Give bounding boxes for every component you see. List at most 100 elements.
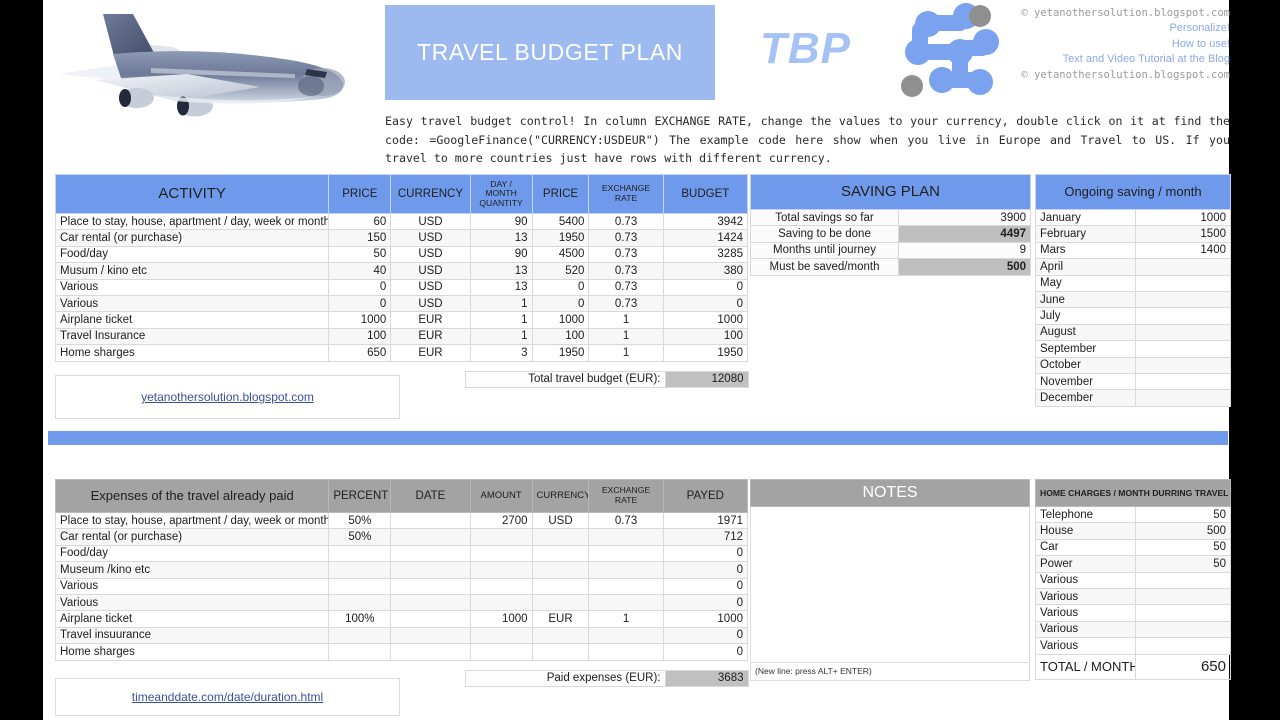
cell-amount[interactable]: 2700 bbox=[469, 511, 533, 530]
cell-home-item[interactable]: Power bbox=[1035, 555, 1136, 573]
cell-month[interactable]: September bbox=[1035, 340, 1136, 358]
cell-percent[interactable] bbox=[328, 626, 392, 645]
cell-budget[interactable]: 3285 bbox=[662, 245, 749, 264]
cell-home-value[interactable]: 500 bbox=[1135, 522, 1231, 540]
cell-month[interactable]: October bbox=[1035, 356, 1136, 374]
cell-amount[interactable] bbox=[469, 577, 533, 595]
cell-month[interactable]: June bbox=[1035, 290, 1136, 309]
cell-currency[interactable]: EUR bbox=[390, 327, 471, 346]
cell-payed[interactable]: 1971 bbox=[662, 511, 749, 530]
cell-expense-rate[interactable] bbox=[588, 528, 664, 546]
cell-payed[interactable]: 0 bbox=[662, 544, 749, 563]
cell-budget[interactable]: 3942 bbox=[662, 212, 749, 231]
cell-activity[interactable]: Travel Insurance bbox=[54, 327, 330, 346]
cell-month[interactable]: February bbox=[1035, 225, 1136, 243]
cell-currency[interactable]: USD bbox=[390, 294, 471, 313]
cell-home-item[interactable]: Telephone bbox=[1035, 505, 1136, 524]
cell-month-amount[interactable] bbox=[1135, 307, 1231, 325]
cell-expense-activity[interactable]: Car rental (or purchase) bbox=[54, 528, 330, 546]
cell-expense-rate[interactable] bbox=[588, 577, 664, 595]
cell-expense-rate[interactable] bbox=[588, 626, 664, 645]
cell-exchange-rate[interactable]: 0.73 bbox=[588, 212, 664, 231]
cell-price-total[interactable]: 0 bbox=[531, 294, 590, 313]
cell-currency[interactable]: EUR bbox=[390, 344, 471, 362]
cell-currency[interactable]: USD bbox=[390, 212, 471, 231]
cell-date[interactable] bbox=[390, 511, 471, 530]
cell-date[interactable] bbox=[390, 643, 471, 661]
cell-amount[interactable] bbox=[469, 593, 533, 612]
cell-price[interactable]: 650 bbox=[328, 344, 392, 362]
cell-date[interactable] bbox=[390, 610, 471, 628]
cell-activity[interactable]: Airplane ticket bbox=[54, 311, 330, 329]
link-tutorial[interactable]: Text and Video Tutorial at the Blog bbox=[998, 52, 1230, 68]
cell-amount[interactable] bbox=[469, 626, 533, 645]
cell-activity[interactable]: Car rental (or purchase) bbox=[54, 229, 330, 247]
cell-payed[interactable]: 0 bbox=[662, 593, 749, 612]
cell-expense-currency[interactable] bbox=[531, 544, 590, 563]
cell-home-value[interactable]: 50 bbox=[1135, 505, 1231, 524]
cell-price[interactable]: 0 bbox=[328, 294, 392, 313]
cell-expense-activity[interactable]: Various bbox=[54, 577, 330, 595]
cell-exchange-rate[interactable]: 1 bbox=[588, 327, 664, 346]
cell-price-total[interactable]: 1950 bbox=[531, 229, 590, 247]
cell-month-amount[interactable]: 1500 bbox=[1135, 225, 1231, 243]
cell-home-item[interactable]: House bbox=[1035, 522, 1136, 540]
cell-month-amount[interactable] bbox=[1135, 258, 1231, 276]
cell-percent[interactable] bbox=[328, 643, 392, 661]
cell-date[interactable] bbox=[390, 528, 471, 546]
cell-expense-rate[interactable]: 1 bbox=[588, 610, 664, 628]
link-how-to-use[interactable]: How to use! bbox=[998, 37, 1230, 53]
cell-quantity[interactable]: 3 bbox=[469, 344, 533, 362]
cell-month-amount[interactable] bbox=[1135, 323, 1231, 342]
cell-home-value[interactable] bbox=[1135, 587, 1231, 606]
duration-link-box[interactable]: timeanddate.com/date/duration.html bbox=[55, 678, 400, 716]
duration-link[interactable]: timeanddate.com/date/duration.html bbox=[132, 690, 323, 704]
cell-expense-activity[interactable]: Place to stay, house, apartment / day, w… bbox=[54, 511, 330, 530]
cell-budget[interactable]: 1424 bbox=[662, 229, 749, 247]
cell-activity[interactable]: Various bbox=[54, 278, 330, 296]
cell-exchange-rate[interactable]: 1 bbox=[588, 311, 664, 329]
cell-quantity[interactable]: 1 bbox=[469, 327, 533, 346]
cell-expense-rate[interactable]: 0.73 bbox=[588, 511, 664, 530]
cell-budget[interactable]: 100 bbox=[662, 327, 749, 346]
cell-quantity[interactable]: 90 bbox=[469, 212, 533, 231]
cell-month[interactable]: December bbox=[1035, 389, 1136, 407]
cell-currency[interactable]: USD bbox=[390, 245, 471, 264]
cell-budget[interactable]: 0 bbox=[662, 278, 749, 296]
cell-home-item[interactable]: Various bbox=[1035, 571, 1136, 589]
cell-expense-rate[interactable] bbox=[588, 593, 664, 612]
cell-expense-currency[interactable] bbox=[531, 626, 590, 645]
cell-expense-activity[interactable]: Various bbox=[54, 593, 330, 612]
cell-month-amount[interactable] bbox=[1135, 372, 1231, 391]
cell-home-value[interactable] bbox=[1135, 571, 1231, 589]
cell-exchange-rate[interactable]: 0.73 bbox=[588, 229, 664, 247]
cell-budget[interactable]: 0 bbox=[662, 294, 749, 313]
cell-activity[interactable]: Musum / kino etc bbox=[54, 262, 330, 280]
cell-expense-currency[interactable]: EUR bbox=[531, 610, 590, 628]
cell-quantity[interactable]: 13 bbox=[469, 278, 533, 296]
cell-home-value[interactable]: 50 bbox=[1135, 555, 1231, 573]
cell-expense-currency[interactable] bbox=[531, 593, 590, 612]
cell-price-total[interactable]: 5400 bbox=[531, 212, 590, 231]
cell-exchange-rate[interactable]: 1 bbox=[588, 344, 664, 362]
cell-budget[interactable]: 1000 bbox=[662, 311, 749, 329]
cell-budget[interactable]: 1950 bbox=[662, 344, 749, 362]
cell-price[interactable]: 60 bbox=[328, 212, 392, 231]
cell-month[interactable]: November bbox=[1035, 372, 1136, 391]
cell-price[interactable]: 1000 bbox=[328, 311, 392, 329]
cell-month-amount[interactable] bbox=[1135, 340, 1231, 358]
cell-home-item[interactable]: Car bbox=[1035, 538, 1136, 557]
cell-expense-rate[interactable] bbox=[588, 643, 664, 661]
cell-price[interactable]: 50 bbox=[328, 245, 392, 264]
cell-expense-activity[interactable]: Home sharges bbox=[54, 643, 330, 661]
link-personalize[interactable]: Personalize! bbox=[998, 21, 1230, 37]
cell-price[interactable]: 40 bbox=[328, 262, 392, 280]
cell-budget[interactable]: 380 bbox=[662, 262, 749, 280]
cell-expense-currency[interactable] bbox=[531, 577, 590, 595]
cell-home-value[interactable]: 50 bbox=[1135, 538, 1231, 557]
blog-link-box-top[interactable]: yetanothersolution.blogspot.com bbox=[55, 375, 400, 419]
cell-exchange-rate[interactable]: 0.73 bbox=[588, 262, 664, 280]
cell-month-amount[interactable] bbox=[1135, 290, 1231, 309]
cell-price-total[interactable]: 1000 bbox=[531, 311, 590, 329]
cell-activity[interactable]: Place to stay, house, apartment / day, w… bbox=[54, 212, 330, 231]
